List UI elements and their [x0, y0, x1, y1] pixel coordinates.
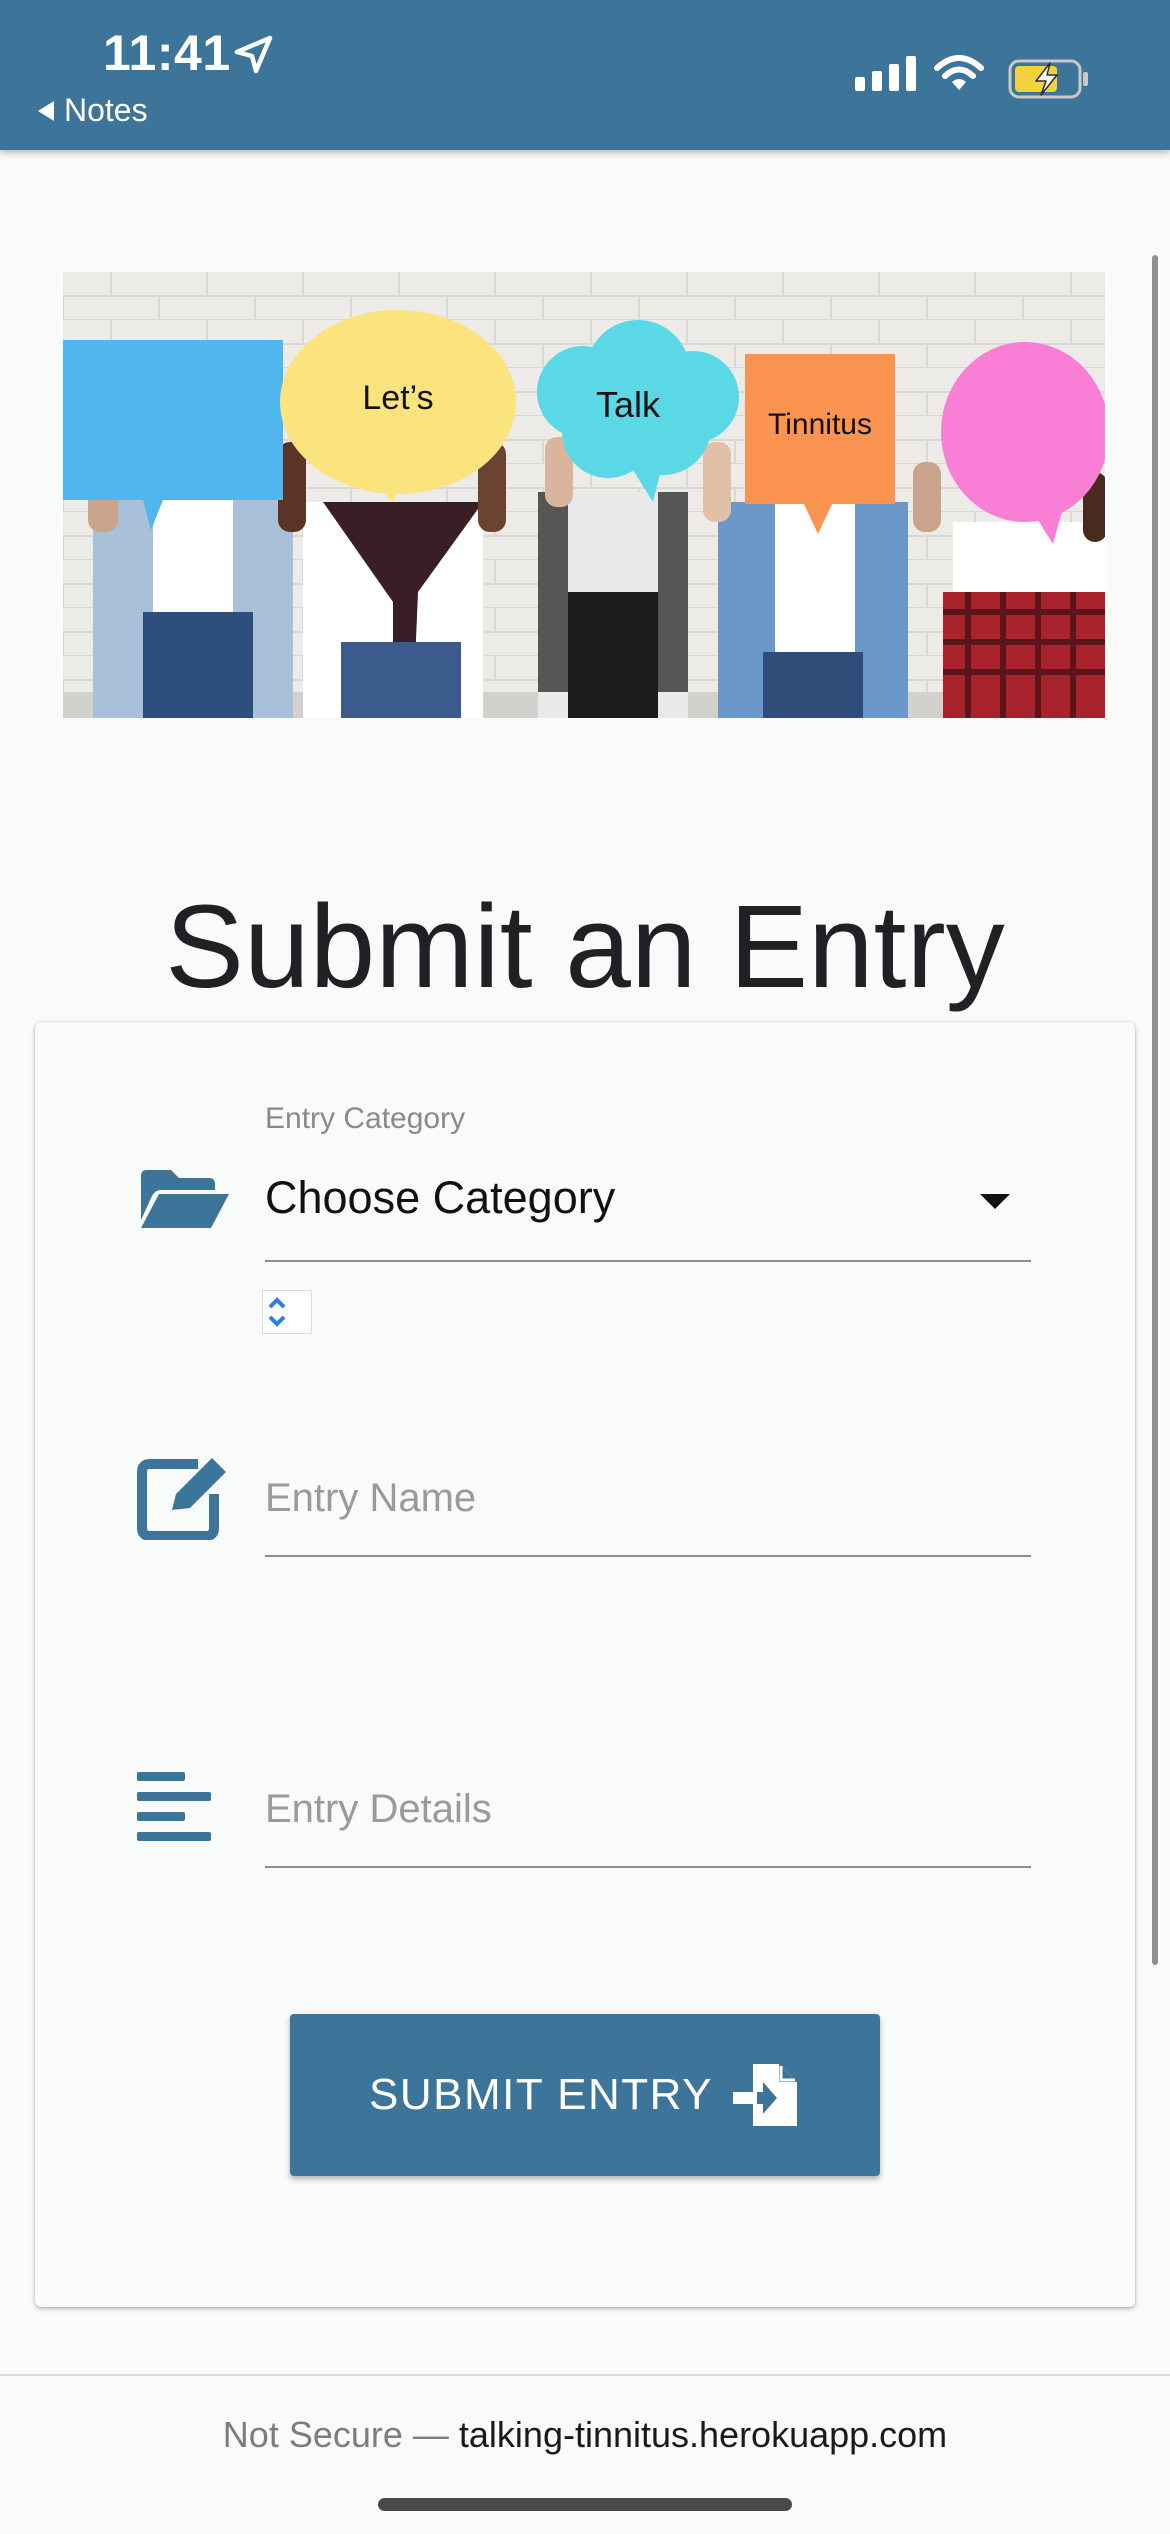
- wifi-icon: [934, 55, 984, 90]
- entry-details-underline: [265, 1866, 1031, 1868]
- home-indicator[interactable]: [378, 2498, 792, 2511]
- entry-name-input[interactable]: Entry Name: [265, 1476, 476, 1521]
- banner-image: Let’s Talk Tinnitus: [63, 272, 1105, 718]
- align-left-icon: [137, 1772, 211, 1841]
- bubble-text-tinnitus: Tinnitus: [768, 408, 872, 441]
- security-label: Not Secure —: [222, 2414, 449, 2455]
- status-bar: 11:41 Notes: [0, 0, 1170, 150]
- entry-details-input[interactable]: Entry Details: [265, 1787, 492, 1832]
- page-title: Submit an Entry: [165, 881, 1005, 1014]
- file-import-icon: [732, 2064, 797, 2126]
- banner-illustration: Let’s Talk Tinnitus: [63, 272, 1105, 718]
- status-time: 11:41: [103, 25, 231, 81]
- edit-icon: [137, 1458, 226, 1540]
- back-app-label: Notes: [64, 92, 148, 128]
- battery-charging-icon: [1008, 59, 1088, 99]
- location-arrow-icon: [234, 35, 273, 74]
- submit-entry-button[interactable]: SUBMIT ENTRY: [290, 2014, 880, 2176]
- category-select[interactable]: Choose Category: [265, 1172, 615, 1224]
- scrollbar[interactable]: [1152, 255, 1158, 1965]
- cellular-signal-icon: [855, 56, 916, 91]
- folder-open-icon: [141, 1170, 229, 1228]
- submit-entry-label: SUBMIT ENTRY: [369, 2070, 713, 2119]
- bubble-text-lets: Let’s: [362, 379, 433, 417]
- back-arrow-icon: [38, 100, 54, 121]
- bubble-text-talk: Talk: [596, 384, 661, 425]
- url-domain[interactable]: talking-tinnitus.herokuapp.com: [459, 2414, 947, 2455]
- back-to-notes-link[interactable]: Notes: [38, 92, 148, 129]
- browser-url-bar[interactable]: Not Secure — talking-tinnitus.herokuapp.…: [0, 2374, 1170, 2534]
- spinner-widget[interactable]: [262, 1290, 312, 1334]
- chevron-up-down-icon: [268, 1297, 286, 1327]
- category-field-label: Entry Category: [265, 1102, 466, 1135]
- category-underline: [265, 1260, 1031, 1262]
- entry-name-underline: [265, 1555, 1031, 1557]
- chevron-down-icon[interactable]: [980, 1194, 1010, 1209]
